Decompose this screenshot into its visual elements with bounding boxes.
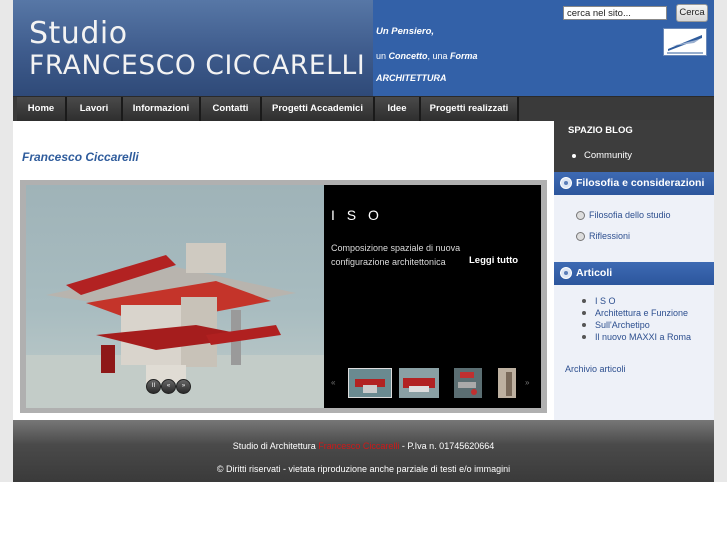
- tagline-1: Un Pensiero,: [376, 26, 435, 37]
- link-riflessioni[interactable]: Riflessioni: [589, 231, 630, 241]
- blog-link-community[interactable]: Community: [584, 150, 632, 161]
- footer-copyright: © Diritti riservati - vietata riproduzio…: [216, 464, 511, 474]
- nav-home[interactable]: Home: [17, 97, 67, 121]
- nav-contatti[interactable]: Contatti: [201, 97, 262, 121]
- article-link-maxxi[interactable]: Il nuovo MAXXI a Roma: [595, 332, 691, 342]
- search-input[interactable]: cerca nel sito...: [563, 6, 667, 20]
- section-articoli-title: Articoli: [576, 267, 613, 279]
- article-link-iso[interactable]: I S O: [595, 296, 616, 306]
- search-button[interactable]: Cerca: [676, 4, 708, 22]
- bullet-icon: [572, 154, 576, 158]
- footer-line-1: Studio di Architettura Francesco Ciccare…: [232, 441, 495, 451]
- pause-button[interactable]: II: [146, 379, 161, 394]
- thumbs-prev-arrow[interactable]: «: [331, 378, 335, 387]
- site-footer: Studio di Architettura Francesco Ciccare…: [13, 420, 714, 482]
- read-more-link[interactable]: Leggi tutto: [469, 255, 518, 266]
- slide-description: Composizione spaziale di nuova configura…: [331, 243, 461, 267]
- bullet-icon: [582, 311, 586, 315]
- section-bullet-icon: [560, 267, 572, 279]
- footer-name-link[interactable]: Francesco Ciccarelli: [318, 441, 399, 451]
- section-filosofia-title: Filosofia e considerazioni: [576, 177, 705, 189]
- logo-line2: FRANCESCO CICCARELLI: [29, 50, 366, 81]
- bullet-icon: [582, 323, 586, 327]
- thumbnail-1[interactable]: [348, 368, 392, 398]
- bullet-icon: [582, 299, 586, 303]
- thumbnail-3[interactable]: [454, 368, 482, 398]
- page-title: Francesco Ciccarelli: [22, 150, 139, 164]
- site-logo[interactable]: Studio FRANCESCO CICCARELLI: [13, 0, 373, 96]
- page-margin-left: [0, 0, 13, 482]
- section-articoli-header: Articoli: [554, 262, 714, 285]
- main-nav: Home Lavori Informazioni Contatti Proget…: [13, 96, 714, 121]
- archive-link[interactable]: Archivio articoli: [565, 364, 626, 374]
- nav-idee[interactable]: Idee: [375, 97, 421, 121]
- slide-caption-panel: I S O Composizione spaziale di nuova con…: [324, 185, 541, 408]
- section-bullet-icon: [560, 177, 572, 189]
- article-link-architettura[interactable]: Architettura e Funzione: [595, 308, 688, 318]
- link-bullet-icon: [576, 232, 585, 241]
- blog-title: SPAZIO BLOG: [568, 125, 633, 136]
- section-filosofia-header: Filosofia e considerazioni: [554, 172, 714, 195]
- bullet-icon: [582, 335, 586, 339]
- prev-slide-button[interactable]: «: [161, 379, 176, 394]
- nav-progetti-accademici[interactable]: Progetti Accademici: [262, 97, 375, 121]
- page-wrapper: Studio FRANCESCO CICCARELLI Un Pensiero,…: [13, 0, 714, 482]
- tagline-3: ARCHITETTURA: [376, 73, 447, 83]
- tagline-2: un Concetto, una Forma: [376, 51, 478, 61]
- thumbs-next-arrow[interactable]: »: [525, 378, 529, 387]
- link-filosofia-studio[interactable]: Filosofia dello studio: [589, 210, 671, 220]
- slide-title: I S O: [331, 207, 383, 223]
- nav-informazioni[interactable]: Informazioni: [123, 97, 201, 121]
- nav-progetti-realizzati[interactable]: Progetti realizzati: [421, 97, 519, 121]
- thumbnail-2[interactable]: [399, 368, 439, 398]
- thumbnail-4[interactable]: [498, 368, 516, 398]
- next-slide-button[interactable]: »: [176, 379, 191, 394]
- slide-image[interactable]: [26, 185, 324, 408]
- logo-line1: Studio: [29, 16, 128, 51]
- tagline-area: Un Pensiero, un Concetto, una Forma ARCH…: [373, 0, 714, 96]
- nav-lavori[interactable]: Lavori: [67, 97, 123, 121]
- link-bullet-icon: [576, 211, 585, 220]
- sidebar-right: Filosofia e considerazioni Filosofia del…: [554, 172, 714, 420]
- brand-emblem-icon[interactable]: [663, 28, 707, 56]
- page-margin-right: [714, 0, 727, 482]
- article-link-archetipo[interactable]: Sull'Archetipo: [595, 320, 650, 330]
- site-header: Studio FRANCESCO CICCARELLI Un Pensiero,…: [13, 0, 714, 96]
- featured-slider: II « » I S O Composizione spaziale di nu…: [20, 180, 547, 413]
- blog-box: SPAZIO BLOG Community: [554, 120, 714, 172]
